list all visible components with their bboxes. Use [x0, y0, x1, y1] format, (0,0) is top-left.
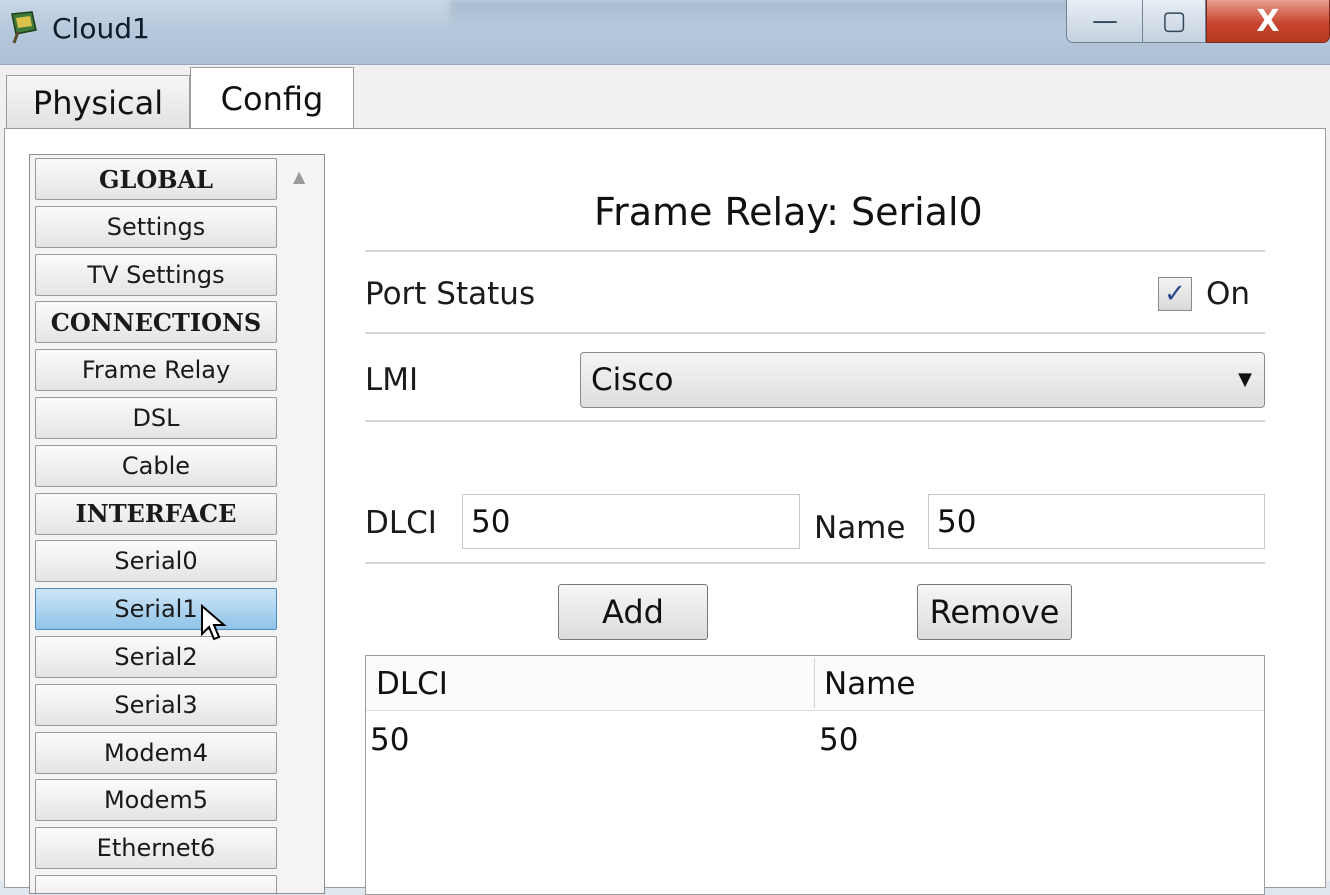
sidebar-header-connections: CONNECTIONS — [35, 301, 277, 344]
column-header-dlci[interactable]: DLCI — [376, 666, 448, 702]
dlci-label: DLCI — [365, 505, 437, 541]
sidebar-item-cable[interactable]: Cable — [35, 444, 277, 487]
port-status-on-label: On — [1206, 276, 1251, 312]
page-title: Frame Relay: Serial0 — [594, 190, 983, 234]
sidebar-item-dsl[interactable]: DSL — [35, 396, 277, 439]
lmi-select-value: Cisco — [591, 362, 674, 398]
sidebar-item-frame-relay[interactable]: Frame Relay — [35, 349, 277, 392]
sidebar-item-ethernet6[interactable]: Ethernet6 — [35, 827, 277, 870]
dlci-table[interactable]: DLCI Name 50 50 — [365, 655, 1265, 895]
sidebar-scrollbar[interactable]: ▲ — [283, 155, 323, 893]
lmi-select[interactable]: Cisco ▼ — [580, 352, 1265, 408]
sidebar-item-serial1[interactable]: Serial1 — [35, 588, 277, 631]
divider — [365, 562, 1265, 564]
maximize-icon: ▢ — [1161, 6, 1187, 36]
sidebar-item-serial3[interactable]: Serial3 — [35, 683, 277, 726]
sidebar-item-settings[interactable]: Settings — [35, 205, 277, 248]
sidebar-list: GLOBAL Settings TV Settings CONNECTIONS … — [35, 158, 277, 893]
add-button[interactable]: Add — [558, 584, 708, 640]
table-cell-name: 50 — [819, 722, 859, 758]
remove-button[interactable]: Remove — [917, 584, 1072, 640]
title-bar[interactable]: Cloud1 — ▢ X — [0, 0, 1330, 64]
sidebar-header-interface: INTERFACE — [35, 492, 277, 535]
tab-config-label: Config — [220, 79, 324, 118]
cloud-device-icon — [11, 11, 37, 44]
sidebar-item-serial0[interactable]: Serial0 — [35, 540, 277, 583]
checkmark-icon: ✓ — [1164, 279, 1186, 309]
divider — [365, 420, 1265, 422]
scroll-up-icon[interactable]: ▲ — [293, 167, 305, 186]
window-title: Cloud1 — [52, 12, 150, 45]
sidebar-item-serial2[interactable]: Serial2 — [35, 635, 277, 678]
maximize-button[interactable]: ▢ — [1142, 0, 1206, 43]
minimize-button[interactable]: — — [1066, 0, 1144, 43]
sidebar-item-modem5[interactable]: Modem5 — [35, 779, 277, 822]
add-button-label: Add — [602, 593, 664, 631]
sidebar-item-next[interactable] — [35, 874, 277, 893]
chevron-down-icon: ▼ — [1238, 369, 1252, 390]
close-icon: X — [1256, 3, 1280, 39]
close-button[interactable]: X — [1206, 0, 1330, 43]
port-status-label: Port Status — [365, 276, 536, 312]
sidebar-item-modem4[interactable]: Modem4 — [35, 731, 277, 774]
divider — [365, 250, 1265, 252]
mouse-cursor-icon — [201, 604, 227, 641]
sidebar-item-tv-settings[interactable]: TV Settings — [35, 253, 277, 296]
port-status-checkbox[interactable]: ✓ — [1158, 277, 1192, 311]
sidebar-nav: GLOBAL Settings TV Settings CONNECTIONS … — [29, 154, 325, 894]
lmi-label: LMI — [365, 362, 419, 398]
sidebar-header-global: GLOBAL — [35, 158, 277, 200]
table-header: DLCI Name — [366, 656, 1264, 711]
name-label: Name — [814, 510, 906, 546]
column-header-name[interactable]: Name — [824, 666, 915, 702]
name-input[interactable]: 50 — [928, 494, 1265, 549]
tab-config[interactable]: Config — [190, 67, 354, 129]
title-bar-toolbar-blur — [450, 0, 1070, 30]
tab-physical[interactable]: Physical — [6, 75, 190, 129]
tab-physical-label: Physical — [32, 83, 164, 122]
table-cell-dlci: 50 — [370, 722, 410, 758]
minimize-icon: — — [1092, 6, 1118, 36]
dlci-input[interactable]: 50 — [462, 494, 800, 549]
column-separator — [814, 658, 815, 708]
remove-button-label: Remove — [929, 593, 1060, 631]
divider — [365, 332, 1265, 334]
